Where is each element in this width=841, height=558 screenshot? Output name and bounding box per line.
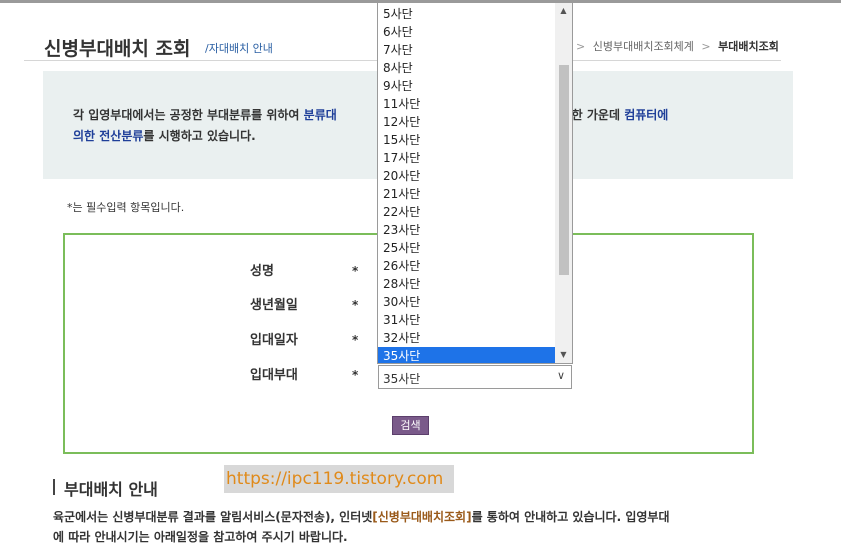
search-button[interactable]: 검색 (392, 416, 429, 435)
chevron-down-icon: ∨ (556, 369, 565, 382)
form-row-enlist-unit: 입대부대 * (250, 364, 358, 384)
scroll-down-icon[interactable]: ▼ (555, 347, 572, 363)
dropdown-option[interactable]: 25사단 (378, 239, 555, 257)
breadcrumb-separator: > (701, 40, 711, 53)
dropdown-option[interactable]: 12사단 (378, 113, 555, 131)
dropdown-option[interactable]: 6사단 (378, 23, 555, 41)
dropdown-option[interactable]: 21사단 (378, 185, 555, 203)
required-star: * (352, 368, 359, 382)
dropdown-option[interactable]: 31사단 (378, 311, 555, 329)
dropdown-option[interactable]: 30사단 (378, 293, 555, 311)
dropdown-option[interactable]: 32사단 (378, 329, 555, 347)
breadcrumb: > 신병부대배치조회체계 > 부대배치조회 (576, 38, 779, 54)
dropdown-option[interactable]: 5사단 (378, 5, 555, 23)
enlist-date-label: 입대일자 (250, 333, 298, 348)
dropdown-option[interactable]: 9사단 (378, 77, 555, 95)
name-label: 성명 (250, 264, 274, 279)
dropdown-option[interactable]: 26사단 (378, 257, 555, 275)
page-subtitle: /자대배치 안내 (205, 42, 273, 55)
birth-label: 생년월일 (250, 298, 298, 313)
desc-text: 에 따라 안내시기는 아래일정을 참고하여 주시기 바랍니다. (53, 530, 348, 544)
info-highlight: 분류대 (303, 108, 337, 122)
dropdown-option[interactable]: 15사단 (378, 131, 555, 149)
dropdown-option[interactable]: 28사단 (378, 275, 555, 293)
desc-link[interactable]: [신병부대배치조회] (372, 510, 471, 524)
dropdown-option[interactable]: 23사단 (378, 221, 555, 239)
info-text-part: 각 입영부대에서는 공정한 부대분류를 위하여 (73, 108, 304, 122)
section-marker (53, 479, 55, 495)
section-description: 육군에서는 신병부대분류 결과를 알림서비스(문자전송), 인터넷[신병부대배치… (53, 507, 793, 547)
unit-select-value: 35사단 (383, 372, 421, 386)
form-row-name: 성명 * (250, 260, 358, 280)
breadcrumb-item-system[interactable]: 신병부대배치조회체계 (593, 40, 694, 53)
dropdown-option[interactable]: 20사단 (378, 167, 555, 185)
required-star: * (352, 298, 359, 312)
info-highlight: 컴퓨터에 (624, 108, 669, 122)
required-note: *는 필수입력 항목입니다. (67, 201, 185, 214)
dropdown-option[interactable]: 11사단 (378, 95, 555, 113)
page-title: 신병부대배치 조회 (44, 38, 191, 60)
info-highlight: 의한 전산분류 (73, 129, 144, 143)
dropdown-option[interactable]: 35사단 (378, 347, 555, 363)
unit-dropdown-list[interactable]: 5사단 6사단 7사단 8사단 9사단 11사단 12사단 15사단 17사단 20사단 21사단 2… (377, 2, 573, 364)
desc-text: 를 통하여 안내하고 있습니다. 입영부대 (471, 510, 670, 524)
scrollbar-thumb[interactable] (559, 65, 569, 275)
enlist-unit-label: 입대부대 (250, 368, 298, 383)
dropdown-scrollbar[interactable]: ▲ ▼ (555, 3, 572, 363)
required-star: * (352, 264, 359, 278)
section-title: 부대배치 안내 (64, 480, 158, 499)
scroll-up-icon[interactable]: ▲ (555, 3, 572, 19)
breadcrumb-separator: > (576, 40, 586, 53)
dropdown-option[interactable]: 17사단 (378, 149, 555, 167)
form-row-enlist-date: 입대일자 * (250, 329, 358, 349)
form-row-birth: 생년월일 * (250, 294, 358, 314)
dropdown-options: 5사단 6사단 7사단 8사단 9사단 11사단 12사단 15사단 17사단 20사단 21사단 2… (378, 5, 555, 363)
unit-select[interactable]: 35사단 ∨ (378, 365, 572, 389)
required-star: * (352, 333, 359, 347)
watermark: https://ipc119.tistory.com (224, 465, 454, 493)
dropdown-option[interactable]: 7사단 (378, 41, 555, 59)
desc-text: 육군에서는 신병부대분류 결과를 알림서비스(문자전송), 인터넷 (53, 510, 373, 524)
dropdown-option[interactable]: 22사단 (378, 203, 555, 221)
breadcrumb-item-current: 부대배치조회 (718, 40, 779, 53)
info-text-part: 를 시행하고 있습니다. (143, 129, 256, 143)
dropdown-option[interactable]: 8사단 (378, 59, 555, 77)
